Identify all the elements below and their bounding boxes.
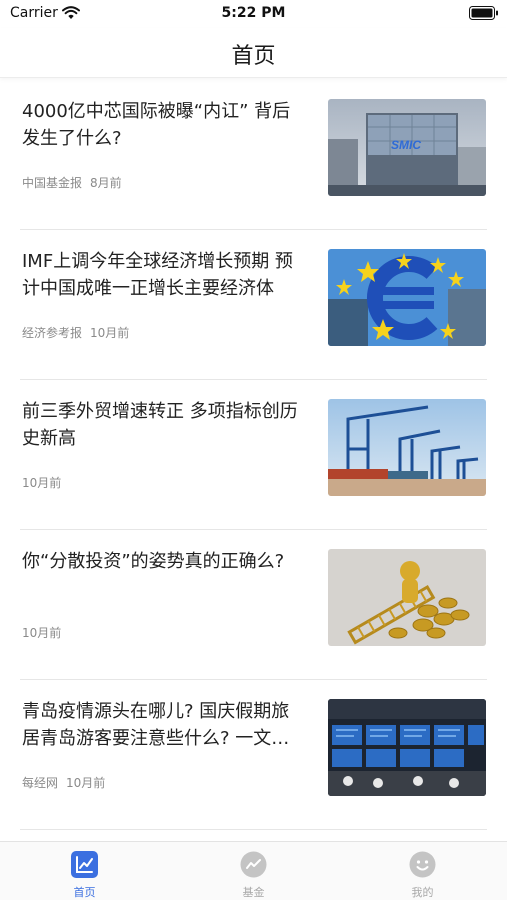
chart-icon [71,851,98,878]
stock-exchange-photo [328,699,486,796]
news-meta: 中国基金报 8月前 [22,174,122,191]
news-time: 10月前 [90,326,130,340]
svg-text:SMIC: SMIC [391,138,421,152]
tab-home[interactable]: 首页 [0,842,169,900]
port-cranes-photo [328,399,486,496]
news-time: 10月前 [66,776,106,790]
euro-sign-photo [328,249,486,346]
building-photo: SMIC [328,99,486,196]
news-meta: 经济参考报 10月前 [22,324,129,341]
gold-coins-photo [328,549,486,646]
tab-label: 我的 [411,886,434,899]
smile-icon [409,851,436,878]
news-meta: 10月前 [22,474,61,491]
tab-label: 首页 [73,886,96,899]
news-item[interactable]: 前三季外贸增速转正 多项指标创历史新高 10月前 [0,380,507,530]
status-time: 5:22 PM [221,5,286,21]
tab-mine[interactable]: 我的 [338,842,507,900]
tab-fund[interactable]: 基金 [169,842,338,900]
news-title: 前三季外贸增速转正 多项指标创历史新高 [22,401,298,449]
page-title: 首页 [231,44,276,69]
news-source: 每经网 [22,776,59,790]
news-item[interactable]: 4000亿中芯国际被曝“内讧” 背后发生了什么? 中国基金报 8月前 SMIC [0,80,507,230]
news-title: IMF上调今年全球经济增长预期 预计中国成唯一正增长主要经济体 [22,251,293,299]
navigation-bar: 首页 [0,28,507,78]
news-item[interactable]: IMF上调今年全球经济增长预期 预计中国成唯一正增长主要经济体 经济参考报 10月… [0,230,507,380]
news-meta: 10月前 [22,624,61,641]
news-meta: 每经网 10月前 [22,774,105,791]
news-source: 中国基金报 [22,176,83,190]
news-title: 4000亿中芯国际被曝“内讧” 背后发生了什么? [22,101,291,149]
battery-icon [469,6,498,20]
news-time: 10月前 [22,476,62,490]
fund-icon [240,851,267,878]
news-item[interactable]: 你“分散投资”的姿势真的正确么? 10月前 [0,530,507,680]
news-time: 8月前 [90,176,122,190]
tab-bar: 首页 基金 我的 [0,841,507,900]
news-title: 青岛疫情源头在哪儿? 国庆假期旅居青岛游客要注意些什么? 一文了解 [22,701,290,749]
news-time: 10月前 [22,626,62,640]
news-title: 你“分散投资”的姿势真的正确么? [22,551,285,572]
news-item[interactable]: 青岛疫情源头在哪儿? 国庆假期旅居青岛游客要注意些什么? 一文了解 每经网 10月… [0,680,507,830]
tab-label: 基金 [242,886,265,899]
divider [20,829,487,830]
status-bar: Carrier 5:22 PM [0,0,507,28]
news-source: 经济参考报 [22,326,83,340]
